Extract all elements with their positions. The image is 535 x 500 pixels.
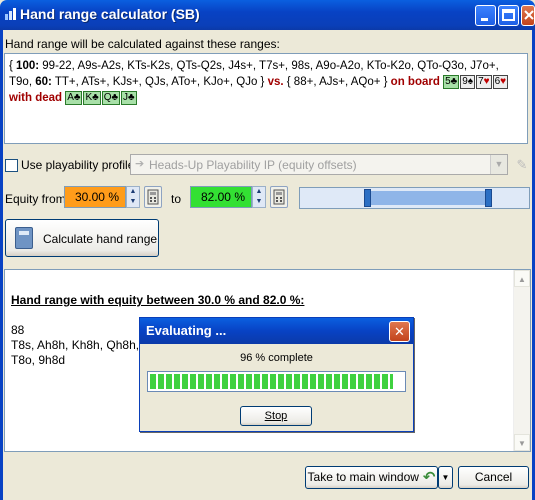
weight-100: 100: <box>16 60 40 72</box>
card-suit-icon: ♣ <box>73 92 81 103</box>
calculator-icon <box>15 227 33 249</box>
playing-card: J♣ <box>121 91 137 105</box>
playing-card: 5♣ <box>443 75 460 89</box>
equity-to-label: to <box>171 192 182 206</box>
playing-card: Q♣ <box>101 91 121 105</box>
opponent-range: { 88+, AJs+, AQo+ } <box>283 76 391 88</box>
playability-profile-value: Heads-Up Playability IP (equity offsets) <box>149 158 357 172</box>
dialog-close-button[interactable]: ✕ <box>389 321 410 342</box>
equity-range-fill <box>366 191 487 205</box>
progress-text: 96 % complete <box>240 352 313 364</box>
card-suit-icon: ♠ <box>467 76 474 87</box>
arrow-right-icon: ➔ <box>135 158 145 170</box>
results-heading: Hand range with equity between 30.0 % an… <box>11 293 305 307</box>
title-bar: Hand range calculator (SB) <box>0 0 535 30</box>
playability-profile-select[interactable]: ➔ Heads-Up Playability IP (equity offset… <box>130 154 508 175</box>
close-button[interactable] <box>521 5 535 26</box>
window-border-left <box>0 30 3 500</box>
stop-button-label: Stop <box>264 410 288 422</box>
chevron-up-icon: ▲ <box>255 188 263 195</box>
results-line: T8o, 9h8d <box>11 353 66 367</box>
playability-label: Use playability profile: <box>21 158 138 172</box>
playing-card: 7♥ <box>476 75 492 89</box>
playing-card: A♣ <box>65 91 83 105</box>
card-suit-icon: ♥ <box>483 76 490 87</box>
maximize-button[interactable] <box>498 5 519 26</box>
equity-from-stepper[interactable]: ▲ ▼ <box>126 186 140 208</box>
dead-cards: A♣ K♣ Q♣ J♣ <box>65 91 137 105</box>
cancel-button-label: Cancel <box>474 470 513 484</box>
evaluating-dialog: Evaluating ... ✕ 96 % complete Stop <box>139 317 414 432</box>
equity-from-label: Equity from <box>5 192 66 206</box>
chevron-down-icon: ▼ <box>255 198 263 205</box>
edit-profile-button[interactable]: ✎ <box>512 154 532 176</box>
maximize-icon <box>502 9 515 21</box>
minimize-button[interactable] <box>475 5 496 26</box>
with-dead-label: with dead <box>9 92 63 104</box>
playing-card: 6♥ <box>492 75 509 89</box>
card-suit-icon: ♣ <box>111 92 119 103</box>
app-icon <box>5 8 16 20</box>
card-suit-icon: ♣ <box>450 76 458 87</box>
equity-from-input[interactable]: 30.00 % <box>64 186 126 208</box>
equity-min-handle[interactable] <box>364 189 371 207</box>
card-suit-icon: ♣ <box>128 92 135 103</box>
calculator-icon <box>147 189 159 205</box>
main-window-dropdown-button[interactable]: ▼ <box>438 466 453 489</box>
pencil-icon: ✎ <box>516 157 528 172</box>
on-board-label: on board <box>390 76 440 88</box>
playing-card: 9♠ <box>460 75 476 89</box>
equity-to-stepper[interactable]: ▲ ▼ <box>252 186 266 208</box>
scroll-up-icon[interactable]: ▲ <box>514 270 530 287</box>
weight-60: 60: <box>35 76 52 88</box>
stop-button[interactable]: Stop <box>240 406 312 426</box>
equity-to-calc-button[interactable] <box>270 186 288 208</box>
equity-max-handle[interactable] <box>485 189 492 207</box>
range-60: TT+, ATs+, KJs+, QJs, ATo+, KJo+, QJo } <box>51 76 268 88</box>
card-suit-icon: ♥ <box>500 76 507 87</box>
cancel-button[interactable]: Cancel <box>458 466 529 489</box>
card-rank: A <box>67 92 74 103</box>
calculate-hand-range-button[interactable]: Calculate hand range <box>5 219 159 257</box>
results-line: T8s, Ah8h, Kh8h, Qh8h, <box>11 338 140 352</box>
dialog-title-bar: Evaluating ... <box>140 318 413 344</box>
chevron-up-icon: ▲ <box>129 188 137 195</box>
chevron-down-icon: ▼ <box>490 155 507 174</box>
equity-from-calc-button[interactable] <box>144 186 162 208</box>
window-title: Hand range calculator (SB) <box>20 6 200 22</box>
card-suit-icon: ♣ <box>92 92 99 103</box>
ranges-open-brace: { <box>9 60 17 72</box>
ranges-text-box[interactable]: { 100: 99-22, A9s-A2s, KTs-K2s, QTs-Q2s,… <box>4 53 528 144</box>
progress-bar <box>147 371 406 392</box>
close-icon <box>524 10 534 20</box>
calculator-icon <box>273 189 285 205</box>
playability-checkbox[interactable] <box>5 159 18 172</box>
scroll-down-icon[interactable]: ▼ <box>514 434 530 451</box>
take-to-main-window-label: Take to main window <box>307 470 419 484</box>
undo-arrow-icon: ↶ <box>422 469 436 486</box>
dialog-title: Evaluating ... <box>146 323 227 338</box>
results-scrollbar[interactable]: ▲ ▼ <box>513 270 530 451</box>
calculate-button-label: Calculate hand range <box>43 232 158 246</box>
take-to-main-window-button[interactable]: Take to main window ↶ <box>305 466 438 489</box>
vs-label: vs. <box>267 76 284 88</box>
chevron-down-icon: ▼ <box>441 473 450 482</box>
minimize-icon <box>481 18 488 21</box>
results-line: 88 <box>11 323 25 337</box>
ranges-description: Hand range will be calculated against th… <box>5 37 280 51</box>
chevron-down-icon: ▼ <box>129 198 137 205</box>
equity-range-slider[interactable] <box>299 187 530 209</box>
equity-to-input[interactable]: 82.00 % <box>190 186 252 208</box>
close-icon: ✕ <box>394 324 405 339</box>
board-cards: 5♣ 9♠ 7♥ 6♥ <box>443 75 509 89</box>
playing-card: K♣ <box>83 91 101 105</box>
progress-fill <box>150 374 393 389</box>
